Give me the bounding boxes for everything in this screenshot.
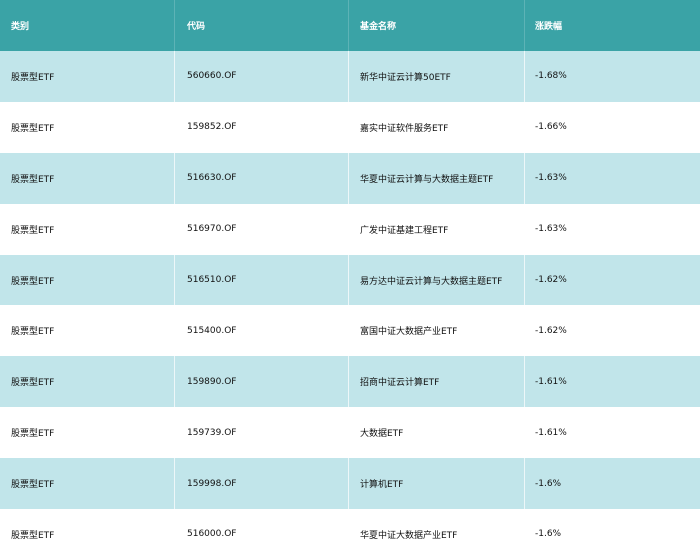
cell-code: 516630.OF: [175, 152, 349, 204]
cell-fund-name: 大数据ETF: [349, 407, 525, 459]
cell-code: 516970.OF: [175, 203, 349, 255]
cell-change-pct: -1.63%: [535, 224, 567, 235]
cell-change-pct: -1.61%: [535, 376, 567, 387]
cell-category: 股票型ETF: [0, 152, 175, 204]
cell-fund-name: 易方达中证云计算与大数据主题ETF: [349, 254, 525, 306]
cell-change-pct: -1.62%: [535, 275, 567, 285]
cell-category: 股票型ETF: [0, 407, 175, 459]
cell-change-pct: -1.6%: [535, 529, 562, 540]
table-row[interactable]: 股票型ETF 516970.OF 广发中证基建工程ETF -1.63%: [0, 203, 700, 255]
cell-change-pct: -1.62%: [535, 325, 567, 336]
cell-category: 股票型ETF: [0, 101, 175, 153]
cell-code: 516000.OF: [175, 509, 349, 560]
header-fund-name[interactable]: 基金名称: [349, 0, 525, 51]
cell-change-pct: -1.68%: [535, 71, 567, 82]
cell-fund-name: 华夏中证大数据产业ETF: [349, 509, 525, 560]
cell-fund-name: 华夏中证云计算与大数据主题ETF: [349, 152, 525, 204]
header-category[interactable]: 类别: [0, 0, 175, 51]
cell-change-pct: -1.6%: [535, 478, 562, 489]
cell-fund-name: 广发中证基建工程ETF: [349, 203, 525, 255]
cell-fund-name: 新华中证云计算50ETF: [349, 51, 525, 102]
table-row[interactable]: 股票型ETF 159739.OF 大数据ETF -1.61%: [0, 407, 700, 459]
table-row[interactable]: 股票型ETF 515400.OF 富国中证大数据产业ETF -1.62%: [0, 305, 700, 357]
table-header-row: 类别 代码 基金名称 涨跌幅: [0, 0, 700, 51]
header-code[interactable]: 代码: [175, 0, 349, 51]
table-row[interactable]: 股票型ETF 159852.OF 嘉实中证软件服务ETF -1.66%: [0, 101, 700, 153]
cell-fund-name: 计算机ETF: [349, 458, 525, 510]
cell-fund-name: 招商中证云计算ETF: [349, 356, 525, 408]
cell-category: 股票型ETF: [0, 254, 175, 306]
cell-fund-name: 富国中证大数据产业ETF: [349, 305, 525, 357]
cell-change-pct: -1.63%: [535, 173, 567, 184]
cell-change-pct: -1.61%: [535, 427, 567, 438]
cell-code: 159852.OF: [175, 101, 349, 153]
header-change-pct[interactable]: 涨跌幅: [525, 0, 700, 51]
cell-category: 股票型ETF: [0, 305, 175, 357]
cell-category: 股票型ETF: [0, 356, 175, 408]
cell-code: 516510.OF: [175, 254, 349, 306]
table-row[interactable]: 股票型ETF 516000.OF 华夏中证大数据产业ETF -1.6%: [0, 509, 700, 560]
cell-code: 159739.OF: [175, 407, 349, 459]
cell-category: 股票型ETF: [0, 203, 175, 255]
table-row[interactable]: 股票型ETF 159998.OF 计算机ETF -1.6%: [0, 458, 700, 510]
cell-code: 159998.OF: [175, 458, 349, 510]
cell-code: 515400.OF: [175, 305, 349, 357]
table-row[interactable]: 股票型ETF 516510.OF 易方达中证云计算与大数据主题ETF -1.62…: [0, 254, 700, 306]
cell-category: 股票型ETF: [0, 51, 175, 102]
cell-category: 股票型ETF: [0, 509, 175, 560]
cell-code: 159890.OF: [175, 356, 349, 408]
cell-fund-name: 嘉实中证软件服务ETF: [349, 101, 525, 153]
table-row[interactable]: 股票型ETF 560660.OF 新华中证云计算50ETF -1.68%: [0, 51, 700, 102]
cell-change-pct: -1.66%: [535, 122, 567, 133]
table-row[interactable]: 股票型ETF 516630.OF 华夏中证云计算与大数据主题ETF -1.63%: [0, 152, 700, 204]
table-row[interactable]: 股票型ETF 159890.OF 招商中证云计算ETF -1.61%: [0, 356, 700, 408]
fund-table: 类别 代码 基金名称 涨跌幅 股票型ETF 560660.OF 新华中证云计算5…: [0, 0, 700, 560]
cell-code: 560660.OF: [175, 51, 349, 102]
cell-category: 股票型ETF: [0, 458, 175, 510]
